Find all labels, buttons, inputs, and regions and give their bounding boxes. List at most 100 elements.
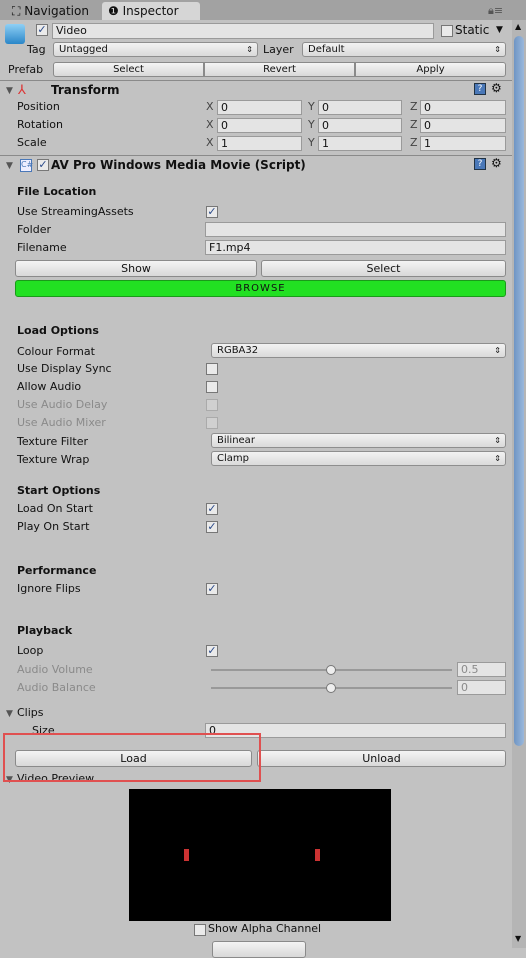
preview-button[interactable] — [212, 941, 306, 958]
use-streaming-label: Use StreamingAssets — [17, 205, 134, 218]
use-streaming-checkbox[interactable]: ✓ — [206, 206, 218, 218]
transform-y-field[interactable]: 1 — [318, 136, 402, 151]
prefab-revert-button[interactable]: Revert — [204, 62, 355, 77]
axis-label: Z — [410, 100, 418, 113]
scroll-down-icon[interactable]: ▼ — [515, 934, 521, 943]
texture-wrap-dropdown[interactable]: Clamp ⇕ — [211, 451, 506, 466]
tag-label: Tag — [27, 43, 46, 56]
script-enabled-checkbox[interactable]: ✓ — [37, 159, 49, 171]
transform-x-field[interactable]: 0 — [217, 118, 302, 133]
transform-title: Transform — [51, 83, 120, 97]
play-on-start-label: Play On Start — [17, 520, 90, 533]
filename-label: Filename — [17, 241, 67, 254]
transform-x-field[interactable]: 0 — [217, 100, 302, 115]
active-checkbox[interactable]: ✓ — [36, 24, 48, 36]
audio-volume-field[interactable]: 0.5 — [457, 662, 506, 677]
ignore-flips-checkbox[interactable]: ✓ — [206, 583, 218, 595]
texture-wrap-label: Texture Wrap — [17, 453, 90, 466]
foldout-icon[interactable]: ▼ — [6, 86, 13, 96]
navigation-icon: ⛶ — [12, 4, 25, 18]
transform-row-label: Scale — [17, 136, 47, 149]
colour-format-value: RGBA32 — [217, 345, 259, 356]
info-icon: ❶ — [108, 4, 123, 18]
play-on-start-checkbox[interactable]: ✓ — [206, 521, 218, 533]
layer-value: Default — [308, 44, 345, 55]
video-frame-content — [129, 849, 391, 861]
lock-icon[interactable]: 🔒︎≡ — [488, 4, 503, 18]
transform-row-label: Position — [17, 100, 60, 113]
scrollbar-thumb[interactable] — [514, 36, 524, 746]
scrollbar[interactable]: ▲ ▼ — [512, 20, 526, 948]
prefab-label: Prefab — [8, 63, 44, 76]
texture-filter-dropdown[interactable]: Bilinear ⇕ — [211, 433, 506, 448]
help-icon[interactable]: ? — [474, 158, 486, 170]
filename-field[interactable]: F1.mp4 — [205, 240, 506, 255]
tab-navigation[interactable]: ⛶ Navigation — [6, 2, 95, 20]
unload-button[interactable]: Unload — [257, 750, 506, 767]
transform-row-label: Rotation — [17, 118, 64, 131]
axis-label: Z — [410, 118, 418, 131]
select-button[interactable]: Select — [261, 260, 506, 277]
axis-label: Z — [410, 136, 418, 149]
folder-label: Folder — [17, 223, 51, 236]
show-button[interactable]: Show — [15, 260, 257, 277]
browse-button[interactable]: BROWSE — [15, 280, 506, 297]
scroll-up-icon[interactable]: ▲ — [515, 22, 521, 31]
transform-icon: ⅄ — [18, 83, 26, 98]
tag-value: Untagged — [59, 44, 108, 55]
display-sync-checkbox[interactable] — [206, 363, 218, 375]
load-on-start-checkbox[interactable]: ✓ — [206, 503, 218, 515]
divider — [0, 80, 512, 81]
transform-z-field[interactable]: 0 — [420, 118, 506, 133]
transform-y-field[interactable]: 0 — [318, 100, 402, 115]
axis-label: Y — [308, 136, 315, 149]
divider — [0, 155, 512, 156]
audio-balance-label: Audio Balance — [17, 681, 96, 694]
display-sync-label: Use Display Sync — [17, 362, 112, 375]
audio-volume-knob[interactable] — [326, 665, 336, 675]
transform-y-field[interactable]: 0 — [318, 118, 402, 133]
loop-checkbox[interactable]: ✓ — [206, 645, 218, 657]
texture-wrap-value: Clamp — [217, 453, 249, 464]
foldout-icon[interactable]: ▼ — [6, 709, 13, 719]
static-dropdown-icon[interactable]: ▼ — [496, 25, 503, 35]
axis-label: X — [206, 118, 214, 131]
audio-balance-field[interactable]: 0 — [457, 680, 506, 695]
prefab-select-button[interactable]: Select — [53, 62, 204, 77]
transform-z-field[interactable]: 1 — [420, 136, 506, 151]
loop-label: Loop — [17, 644, 44, 657]
folder-field[interactable] — [205, 222, 506, 237]
updown-icon: ⇕ — [494, 45, 501, 54]
object-name-field[interactable]: Video — [52, 23, 434, 39]
tab-inspector[interactable]: ❶ Inspector — [102, 2, 200, 20]
audio-volume-label: Audio Volume — [17, 663, 93, 676]
show-alpha-checkbox[interactable] — [194, 924, 206, 936]
static-checkbox[interactable] — [441, 25, 453, 37]
gameobject-cube-icon[interactable] — [5, 24, 25, 44]
foldout-icon[interactable]: ▼ — [6, 161, 13, 171]
section-performance: Performance — [17, 564, 97, 577]
updown-icon: ⇕ — [494, 346, 501, 355]
gear-icon[interactable]: ⚙ — [491, 156, 502, 170]
updown-icon: ⇕ — [494, 436, 501, 445]
highlight-box — [3, 733, 261, 782]
help-icon[interactable]: ? — [474, 83, 486, 95]
static-label: Static — [455, 23, 490, 37]
axis-label: X — [206, 100, 214, 113]
transform-z-field[interactable]: 0 — [420, 100, 506, 115]
load-on-start-label: Load On Start — [17, 502, 93, 515]
show-alpha-label: Show Alpha Channel — [208, 922, 322, 935]
colour-format-label: Colour Format — [17, 345, 95, 358]
section-load-options: Load Options — [17, 324, 99, 337]
allow-audio-checkbox[interactable] — [206, 381, 218, 393]
section-start-options: Start Options — [17, 484, 101, 497]
section-playback: Playback — [17, 624, 73, 637]
gear-icon[interactable]: ⚙ — [491, 81, 502, 95]
tag-dropdown[interactable]: Untagged ⇕ — [53, 42, 258, 57]
transform-x-field[interactable]: 1 — [217, 136, 302, 151]
prefab-apply-button[interactable]: Apply — [355, 62, 506, 77]
video-preview — [129, 789, 391, 921]
layer-dropdown[interactable]: Default ⇕ — [302, 42, 506, 57]
audio-balance-knob[interactable] — [326, 683, 336, 693]
colour-format-dropdown[interactable]: RGBA32 ⇕ — [211, 343, 506, 358]
